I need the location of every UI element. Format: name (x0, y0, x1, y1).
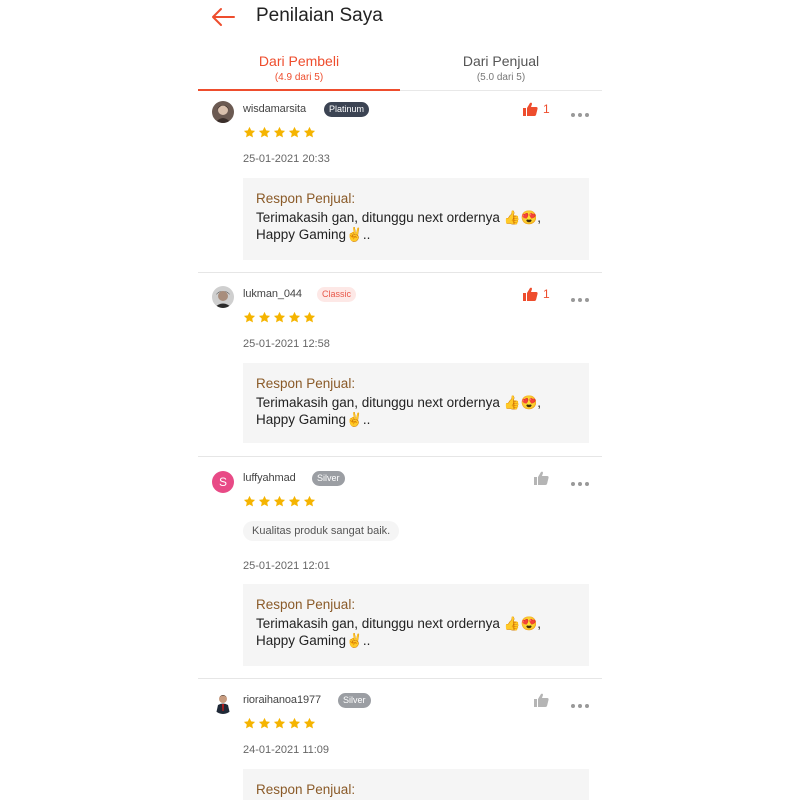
like-button[interactable]: 1 (523, 101, 550, 117)
seller-response: Respon Penjual: Terimakasih gan, ditungg… (243, 178, 589, 260)
star-icon (258, 717, 271, 729)
review-item: wisdamarsita Platinum 1 25-01-2021 20:33… (198, 91, 602, 273)
star-rating (243, 717, 316, 730)
tab-label: Dari Pembeli (258, 53, 340, 69)
review-date: 25-01-2021 20:33 (243, 153, 330, 165)
tab-dari-penjual[interactable]: Dari Penjual (5.0 dari 5) (400, 46, 602, 90)
more-options-icon[interactable] (570, 474, 590, 486)
star-icon (243, 495, 256, 507)
star-rating (243, 495, 316, 508)
star-icon (243, 311, 256, 323)
like-button[interactable] (534, 470, 554, 486)
star-icon (303, 311, 316, 323)
seller-response: Respon Penjual: Terimakasih gan, ditungg… (243, 363, 589, 443)
seller-response: Respon Penjual: Terimakasih gan, ditungg… (243, 584, 589, 666)
review-item: lukman_044 Classic 1 25-01-2021 12:58 Re… (198, 272, 602, 457)
star-icon (243, 126, 256, 138)
member-badge: Silver (338, 693, 371, 708)
app-header: Penilaian Saya (198, 0, 602, 40)
ratings-screen: Penilaian Saya Dari Pembeli (4.9 dari 5)… (198, 0, 602, 800)
member-badge: Platinum (324, 102, 370, 117)
page-title: Penilaian Saya (256, 5, 383, 26)
star-icon (288, 311, 301, 323)
response-text: Terimakasih gan, ditunggu next ordernya … (256, 210, 542, 242)
review-item: rioraihanoa1977 Silver 24-01-2021 11:09 … (198, 678, 602, 800)
like-button[interactable] (534, 692, 554, 708)
tab-rating: (5.0 dari 5) (476, 72, 526, 83)
thumbs-up-icon (523, 102, 538, 116)
like-button[interactable]: 1 (523, 286, 550, 302)
star-icon (303, 495, 316, 507)
like-count: 1 (543, 287, 550, 301)
star-rating (243, 126, 316, 139)
reviewer-username: rioraihanoa1977 (243, 694, 322, 706)
tab-dari-pembeli[interactable]: Dari Pembeli (4.9 dari 5) (198, 46, 400, 91)
star-icon (288, 126, 301, 138)
avatar[interactable] (212, 286, 234, 308)
star-icon (273, 717, 286, 729)
star-icon (288, 717, 301, 729)
thumbs-up-icon (534, 471, 549, 485)
member-badge: Classic (317, 287, 357, 302)
avatar[interactable]: S (212, 471, 234, 493)
response-title: Respon Penjual: (256, 782, 356, 797)
response-text: Terimakasih gan, ditunggu next ordernya … (256, 395, 542, 427)
member-badge: Silver (312, 471, 345, 486)
star-icon (273, 126, 286, 138)
back-arrow-icon[interactable] (210, 6, 236, 28)
review-date: 25-01-2021 12:58 (243, 338, 330, 350)
avatar[interactable] (212, 101, 234, 123)
more-options-icon[interactable] (570, 290, 590, 302)
avatar[interactable] (212, 692, 234, 714)
star-icon (303, 126, 316, 138)
tab-label: Dari Penjual (462, 53, 540, 69)
reviewer-username: lukman_044 (243, 288, 302, 300)
star-icon (258, 311, 271, 323)
thumbs-up-icon (523, 287, 538, 301)
seller-response: Respon Penjual: (243, 769, 589, 800)
response-title: Respon Penjual: (256, 191, 356, 206)
star-icon (303, 717, 316, 729)
response-text: Terimakasih gan, ditunggu next ordernya … (256, 616, 542, 648)
tab-bar: Dari Pembeli (4.9 dari 5) Dari Penjual (… (198, 46, 602, 91)
star-icon (273, 311, 286, 323)
reviewer-username: luffyahmad (243, 472, 296, 484)
more-options-icon[interactable] (570, 696, 590, 708)
review-item: S luffyahmad Silver Kualitas produk sang… (198, 456, 602, 679)
review-comment: Kualitas produk sangat baik. (243, 521, 400, 541)
star-icon (243, 717, 256, 729)
tab-rating: (4.9 dari 5) (274, 72, 324, 83)
review-date: 25-01-2021 12:01 (243, 560, 330, 572)
response-title: Respon Penjual: (256, 376, 356, 391)
thumbs-up-icon (534, 693, 549, 707)
like-count: 1 (543, 102, 550, 116)
star-icon (288, 495, 301, 507)
more-options-icon[interactable] (570, 105, 590, 117)
reviewer-username: wisdamarsita (243, 103, 306, 115)
review-date: 24-01-2021 11:09 (243, 744, 330, 756)
star-icon (258, 495, 271, 507)
star-icon (258, 126, 271, 138)
star-icon (273, 495, 286, 507)
response-title: Respon Penjual: (256, 597, 356, 612)
star-rating (243, 311, 316, 324)
